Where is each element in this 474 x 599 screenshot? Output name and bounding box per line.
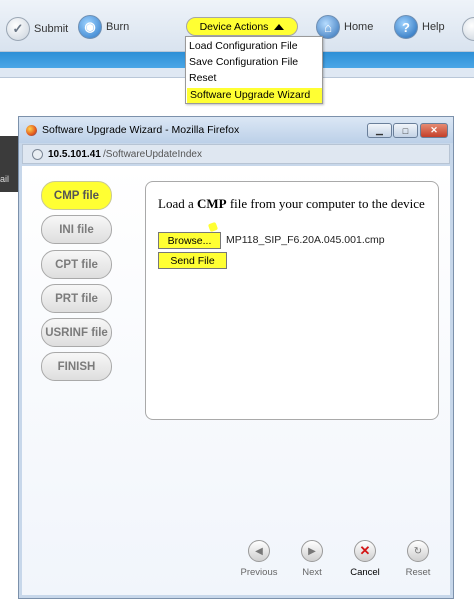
address-bar[interactable]: 10.5.101.41 /SoftwareUpdateIndex: [22, 144, 450, 164]
cancel-button[interactable]: ✕ Cancel: [343, 540, 387, 578]
window-title: Software Upgrade Wizard - Mozilla Firefo…: [42, 124, 240, 136]
step-usrinf-file[interactable]: USRINF file: [41, 318, 112, 347]
partial-toolbar-icon[interactable]: [462, 17, 474, 41]
menu-item-save-config[interactable]: Save Configuration File: [189, 55, 298, 70]
close-window-button[interactable]: ✕: [420, 123, 448, 138]
device-actions-label: Device Actions: [199, 20, 269, 33]
address-path: /SoftwareUpdateIndex: [103, 149, 202, 160]
instruction-bold: CMP: [196, 196, 227, 211]
reset-label: Reset: [405, 567, 431, 578]
maximize-icon: □: [402, 125, 409, 136]
instruction-text: Load a CMP file from your computer to th…: [158, 195, 428, 212]
next-arrow-icon: ▶: [301, 540, 323, 562]
window-titlebar: Software Upgrade Wizard - Mozilla Firefo…: [19, 117, 453, 143]
instruction-prefix: Load a: [158, 196, 197, 211]
step-cmp-file[interactable]: CMP file: [41, 181, 112, 210]
upload-panel: Load a CMP file from your computer to th…: [145, 181, 439, 420]
step-prt-file[interactable]: PRT file: [41, 284, 112, 313]
left-strip-label: ail: [0, 174, 10, 184]
send-file-button[interactable]: Send File: [158, 252, 227, 269]
cancel-x-icon: ✕: [354, 540, 376, 562]
next-label: Next: [302, 567, 322, 578]
wizard-content: CMP file INI file CPT file PRT file USRI…: [22, 166, 450, 595]
device-actions-menu: Load Configuration File Save Configurati…: [185, 36, 323, 104]
caret-up-icon: [274, 23, 285, 30]
previous-button[interactable]: ◀ Previous: [237, 540, 281, 578]
cancel-label: Cancel: [350, 567, 380, 578]
menu-item-load-config[interactable]: Load Configuration File: [189, 39, 298, 54]
help-button[interactable]: ? Help: [394, 15, 445, 39]
help-icon: ?: [394, 15, 418, 39]
globe-icon: [32, 149, 43, 160]
selected-file-name: MP118_SIP_F6.20A.045.001.cmp: [226, 234, 385, 246]
reset-refresh-icon: ↻: [407, 540, 429, 562]
burn-disc-icon: ◉: [78, 15, 102, 39]
next-button[interactable]: ▶ Next: [290, 540, 334, 578]
previous-label: Previous: [240, 567, 278, 578]
submit-label: Submit: [34, 23, 69, 35]
menu-item-reset[interactable]: Reset: [189, 71, 216, 86]
home-label: Home: [344, 21, 374, 33]
maximize-button[interactable]: □: [393, 123, 418, 138]
browse-button[interactable]: Browse...: [158, 232, 221, 249]
address-host: 10.5.101.41: [48, 149, 101, 160]
home-button[interactable]: ⌂ Home: [316, 15, 373, 39]
firefox-logo-icon: [26, 125, 37, 136]
burn-label: Burn: [106, 21, 130, 33]
instruction-suffix: file from your computer to the device: [226, 196, 425, 211]
device-actions-dropdown[interactable]: Device Actions: [186, 17, 298, 36]
check-circle-icon: ✓: [6, 17, 30, 41]
reset-button[interactable]: ↻ Reset: [396, 540, 440, 578]
previous-arrow-icon: ◀: [248, 540, 270, 562]
step-finish[interactable]: FINISH: [41, 352, 112, 381]
menu-item-software-upgrade-wizard[interactable]: Software Upgrade Wizard: [187, 88, 322, 103]
minimize-button[interactable]: ▁: [367, 123, 392, 138]
firefox-popup-window: Software Upgrade Wizard - Mozilla Firefo…: [18, 116, 454, 599]
submit-button[interactable]: ✓ Submit: [6, 17, 68, 41]
highlight-mark: [207, 221, 219, 233]
burn-button[interactable]: ◉ Burn: [78, 15, 129, 39]
step-ini-file[interactable]: INI file: [41, 215, 112, 244]
step-cpt-file[interactable]: CPT file: [41, 250, 112, 279]
minimize-icon: ▁: [376, 125, 383, 135]
background-page-strip: ail: [0, 136, 20, 192]
close-icon: ✕: [430, 125, 438, 135]
help-label: Help: [422, 21, 445, 33]
